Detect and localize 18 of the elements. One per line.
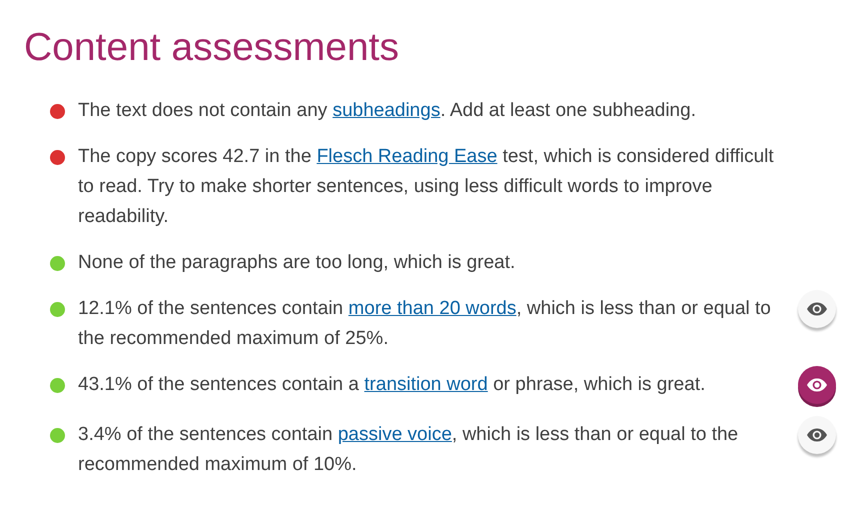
assessment-text: The copy scores 42.7 in the Flesch Reading Ease test, which is considered difficult to read. Try to make shorter sentences, using less difficult words to improve readability. [78, 145, 775, 229]
assessment-text: 12.1% of the sentences contain more than 20 words, which is less than or equal to the recommended maximum of 25%. [78, 297, 772, 351]
highlight-button[interactable] [798, 366, 836, 404]
highlight-button[interactable] [798, 416, 836, 454]
link[interactable]: subheadings [332, 100, 440, 121]
link[interactable]: more than 20 words [348, 298, 516, 319]
assessment-text: The text does not contain any subheadings. Add at least one subheading. [78, 99, 697, 123]
link[interactable]: transition word [364, 374, 488, 395]
assessment-text: 3.4% of the sentences contain passive voice, which is less than or equal to the recommended maximum of 10%. [78, 423, 740, 477]
assessment-text: 43.1% of the sentences contain a transition word or phrase, which is great. [78, 373, 706, 397]
link[interactable]: Flesch Reading Ease [316, 146, 498, 167]
eye-icon [806, 428, 828, 442]
section-title: Content assessments [24, 25, 400, 71]
link[interactable]: passive voice [338, 424, 452, 445]
highlight-button[interactable] [798, 290, 836, 328]
assessment-text: None of the paragraphs are too long, which is great. [78, 251, 516, 275]
eye-icon [806, 302, 828, 316]
eye-icon [806, 378, 828, 392]
